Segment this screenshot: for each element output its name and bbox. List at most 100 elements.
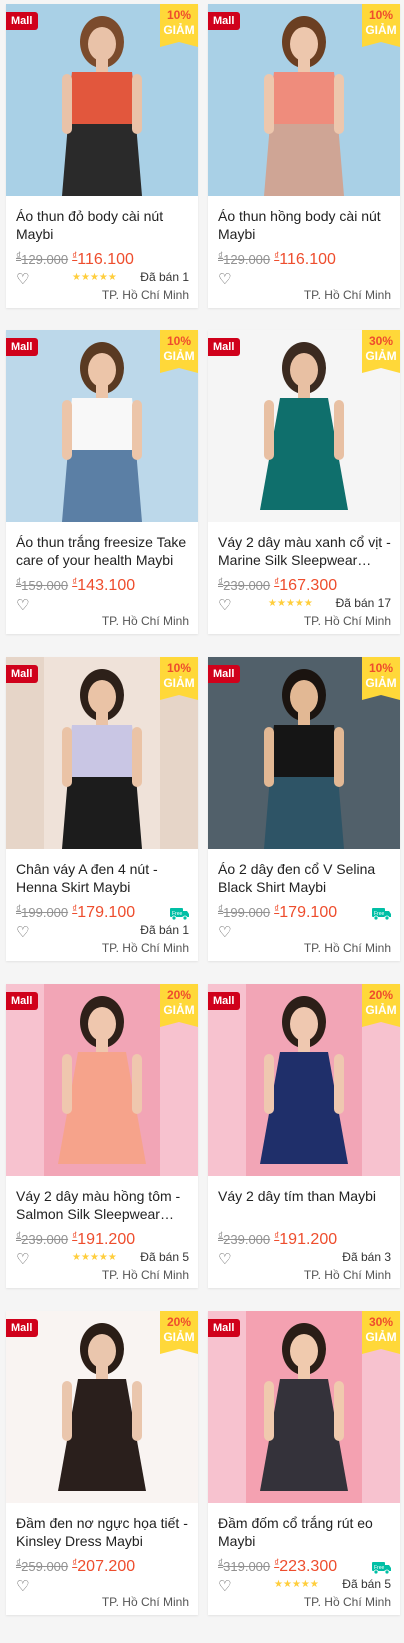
star-icon: ★: [72, 272, 81, 283]
original-price: ₫199.000: [16, 904, 69, 920]
product-name[interactable]: Đầm đốm cổ trắng rút eo Maybi: [218, 1514, 392, 1550]
heart-outline-icon[interactable]: ♡: [16, 270, 29, 288]
discount-badge: 30% GIẢM: [362, 1311, 400, 1354]
heart-outline-icon[interactable]: ♡: [16, 923, 29, 941]
product-name[interactable]: Áo thun trắng freesize Take care of your…: [16, 533, 190, 569]
seller-location: TP. Hồ Chí Minh: [101, 1595, 189, 1609]
rating-stars: ★★★★★: [72, 1252, 117, 1263]
star-icon: ★: [89, 1252, 99, 1263]
heart-outline-icon[interactable]: ♡: [16, 1250, 29, 1268]
seller-location: TP. Hồ Chí Minh: [303, 941, 391, 955]
star-icon: ★: [276, 598, 286, 609]
seller-location: TP. Hồ Chí Minh: [303, 614, 391, 628]
discount-label: GIẢM: [163, 1003, 195, 1017]
star-icon: ★: [98, 272, 108, 283]
product-card[interactable]: Mall 30% GIẢM Váy 2 dây màu xanh cổ vịt …: [208, 330, 400, 634]
price-row: ₫239.000 ₫167.300: [218, 577, 392, 597]
rating-stars: ★★★★★: [274, 1579, 319, 1590]
heart-outline-icon[interactable]: ♡: [218, 1250, 231, 1268]
free-shipping-icon: Free: [170, 908, 189, 921]
discount-percent: 30%: [368, 334, 394, 348]
mall-badge: Mall: [6, 1319, 39, 1337]
free-shipping-icon: Free: [372, 908, 391, 921]
rating-stars: ★★★★★: [72, 272, 117, 283]
mall-badge: Mall: [208, 992, 241, 1010]
discount-badge: 10% GIẢM: [160, 4, 198, 47]
star-icon: ★: [98, 1252, 108, 1263]
product-card[interactable]: Mall 10% GIẢM Áo thun đỏ body cài nút Ma…: [6, 4, 198, 308]
discount-badge: 10% GIẢM: [362, 657, 400, 700]
original-price: ₫129.000: [218, 251, 271, 267]
product-card[interactable]: Mall 10% GIẢM Chân váy A đen 4 nút - Hen…: [6, 657, 198, 961]
product-card[interactable]: Mall 20% GIẢM Váy 2 dây tím than Maybi ₫…: [208, 984, 400, 1288]
discount-percent: 20%: [166, 988, 192, 1002]
seller-location: TP. Hồ Chí Minh: [303, 288, 391, 302]
price-row: ₫159.000 ₫143.100: [16, 577, 190, 597]
price-row: ₫259.000 ₫207.200: [16, 1558, 190, 1578]
heart-outline-icon[interactable]: ♡: [16, 596, 29, 614]
original-price: ₫319.000: [218, 1558, 271, 1574]
heart-outline-icon[interactable]: ♡: [218, 923, 231, 941]
seller-location: TP. Hồ Chí Minh: [101, 1268, 189, 1282]
discount-percent: 10%: [166, 334, 192, 348]
star-icon: ★: [268, 598, 277, 609]
mall-badge: Mall: [208, 12, 241, 30]
seller-location: TP. Hồ Chí Minh: [101, 941, 189, 955]
product-name[interactable]: Váy 2 dây màu xanh cổ vịt - Marine Silk …: [218, 533, 392, 569]
discount-badge: 20% GIẢM: [362, 984, 400, 1027]
discount-percent: 10%: [166, 661, 192, 675]
discount-label: GIẢM: [163, 1330, 195, 1344]
discount-percent: 20%: [368, 988, 394, 1002]
star-icon: ★: [303, 598, 313, 609]
product-name[interactable]: Chân váy A đen 4 nút - Henna Skirt Maybi: [16, 860, 190, 896]
seller-location: TP. Hồ Chí Minh: [303, 1595, 391, 1609]
star-icon: ★: [107, 1252, 117, 1263]
mall-badge: Mall: [6, 12, 39, 30]
product-card[interactable]: Mall 10% GIẢM Áo 2 dây đen cổ V Selina B…: [208, 657, 400, 961]
discount-label: GIẢM: [365, 1330, 397, 1344]
discount-label: GIẢM: [163, 23, 195, 37]
heart-outline-icon[interactable]: ♡: [218, 596, 231, 614]
discount-badge: 10% GIẢM: [160, 330, 198, 373]
discount-badge: 10% GIẢM: [362, 4, 400, 47]
product-card[interactable]: Mall 20% GIẢM Váy 2 dây màu hồng tôm - S…: [6, 984, 198, 1288]
price-row: ₫239.000 ₫191.200: [218, 1231, 392, 1251]
discount-badge: 20% GIẢM: [160, 1311, 198, 1354]
product-name[interactable]: Váy 2 dây màu hồng tôm - Salmon Silk Sle…: [16, 1187, 190, 1223]
heart-outline-icon[interactable]: ♡: [16, 1577, 29, 1595]
star-icon: ★: [285, 598, 295, 609]
heart-outline-icon[interactable]: ♡: [218, 1577, 231, 1595]
product-name[interactable]: Áo 2 dây đen cổ V Selina Black Shirt May…: [218, 860, 392, 896]
sale-price: ₫191.200: [274, 1231, 338, 1248]
sold-count: Đã bán 5: [342, 1577, 391, 1591]
product-name[interactable]: Áo thun hồng body cài nút Maybi: [218, 207, 392, 243]
sale-price: ₫179.100: [72, 904, 136, 921]
sale-price: ₫207.200: [72, 1558, 136, 1575]
product-card[interactable]: Mall 30% GIẢM Đầm đốm cổ trắng rút eo Ma…: [208, 1311, 400, 1615]
price-row: ₫319.000 ₫223.300: [218, 1558, 392, 1578]
star-icon: ★: [274, 1579, 283, 1590]
mall-badge: Mall: [6, 338, 39, 356]
discount-badge: 10% GIẢM: [160, 657, 198, 700]
price-row: ₫129.000 ₫116.100: [218, 251, 392, 271]
discount-label: GIẢM: [365, 676, 397, 690]
star-icon: ★: [309, 1579, 319, 1590]
seller-location: TP. Hồ Chí Minh: [101, 288, 189, 302]
product-card[interactable]: Mall 10% GIẢM Áo thun trắng freesize Tak…: [6, 330, 198, 634]
mall-badge: Mall: [208, 1319, 241, 1337]
product-grid: Mall 10% GIẢM Áo thun đỏ body cài nút Ma…: [0, 0, 404, 1643]
price-row: ₫199.000 ₫179.100: [218, 904, 392, 924]
discount-percent: 10%: [368, 661, 394, 675]
product-card[interactable]: Mall 10% GIẢM Áo thun hồng body cài nút …: [208, 4, 400, 308]
product-name[interactable]: Đầm đen nơ ngực họa tiết - Kinsley Dress…: [16, 1514, 190, 1550]
discount-badge: 30% GIẢM: [362, 330, 400, 373]
product-card[interactable]: Mall 20% GIẢM Đầm đen nơ ngực họa tiết -…: [6, 1311, 198, 1615]
discount-percent: 10%: [166, 8, 192, 22]
product-name[interactable]: Áo thun đỏ body cài nút Maybi: [16, 207, 190, 243]
heart-outline-icon[interactable]: ♡: [218, 270, 231, 288]
mall-badge: Mall: [208, 338, 241, 356]
mall-badge: Mall: [208, 665, 241, 683]
product-name[interactable]: Váy 2 dây tím than Maybi: [218, 1187, 392, 1223]
svg-text:Free: Free: [374, 911, 385, 917]
discount-label: GIẢM: [365, 23, 397, 37]
